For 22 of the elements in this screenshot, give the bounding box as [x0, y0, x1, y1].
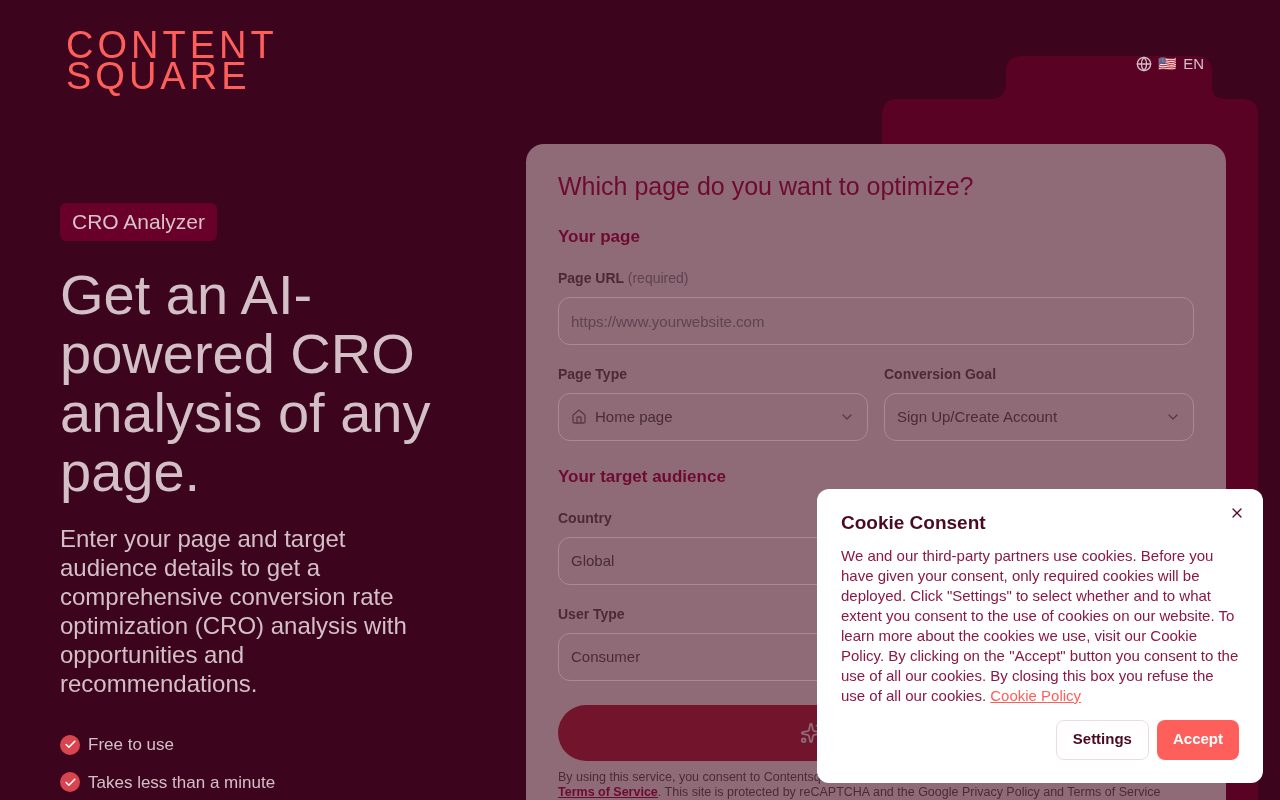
- intro-text: Enter your page and target audience details to get a comprehensive conversion rate optimization (CRO) analysis with opportunities and recommendations.: [60, 524, 408, 698]
- flag-icon: 🇺🇸: [1158, 53, 1178, 76]
- settings-button[interactable]: Settings: [1055, 719, 1149, 760]
- field-label: User Type: [558, 605, 625, 624]
- dialog-title: Cookie Consent: [841, 511, 987, 535]
- cookie-text: We and our third-party partners use cookies. Before you have given your consent, only required cookies will be deployed. Click "Settings" to select whether and to what extent you consent to the use of cookies on our website. To learn more about the cookies we use, visit our Cookie Policy. By clicking on the "Accept" button you consent to the use of all our cookies. By closing this box you refuse the use of all our cookies. Cookie Policy: [841, 545, 1239, 706]
- field-label: Page Type: [558, 365, 627, 384]
- form-title: Which page do you want to optimize?: [558, 171, 974, 201]
- select-field[interactable]: Sign Up/Create Account: [884, 393, 1194, 441]
- section-heading: Your page: [558, 227, 640, 247]
- section-heading: Your target audience: [558, 467, 726, 487]
- accept-button[interactable]: Accept: [1156, 719, 1239, 760]
- select-field[interactable]: Home page: [558, 393, 868, 441]
- product-badge: CRO Analyzer: [60, 203, 218, 241]
- benefit-text: Takes less than a minute: [88, 771, 276, 794]
- language-selector[interactable]: 🇺🇸 EN: [1136, 53, 1204, 76]
- terms-link[interactable]: Terms of Service: [558, 785, 658, 799]
- cookie-policy-link[interactable]: Cookie Policy: [990, 686, 1082, 704]
- field-label: Country: [558, 509, 612, 528]
- field-label: Conversion Goal: [884, 365, 997, 384]
- headline: Get an AI-powered CRO analysis of any page.: [60, 265, 432, 501]
- benefit-text: Free to use: [88, 734, 174, 756]
